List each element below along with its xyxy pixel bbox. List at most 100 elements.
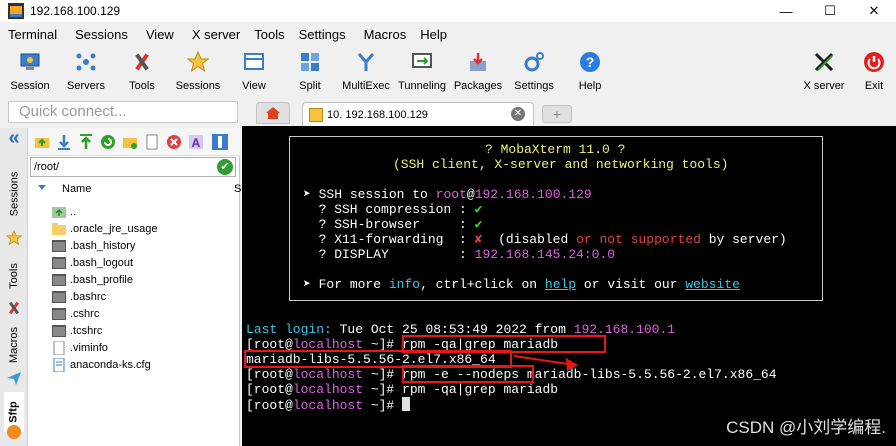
path-ok-icon[interactable]: ✔: [217, 159, 233, 175]
multiexec-button[interactable]: MultiExec: [338, 46, 394, 96]
mobaxterm-logo-icon: [8, 3, 24, 19]
packages-button[interactable]: Packages: [450, 46, 506, 96]
file-row[interactable]: .oracle_jre_usage: [52, 220, 157, 237]
mobaxterm-window: 192.168.100.129 — ☐ ✕ Terminal Sessions …: [0, 0, 896, 446]
file-row[interactable]: .bash_profile: [52, 271, 133, 288]
col-name-header[interactable]: Name: [62, 183, 91, 195]
menu-help[interactable]: Help: [420, 27, 447, 42]
split-button[interactable]: Split: [282, 46, 338, 96]
star-icon: [186, 50, 210, 74]
view-label: View: [242, 80, 266, 92]
upload-icon[interactable]: [78, 134, 94, 150]
new-folder-icon[interactable]: [122, 134, 138, 150]
tools-button[interactable]: Tools: [114, 46, 170, 96]
menu-terminal[interactable]: Terminal: [8, 27, 57, 42]
title-bar: 192.168.100.129 — ☐ ✕: [0, 0, 896, 22]
ssh-compression-line: ? SSH compression : ✔: [303, 202, 483, 217]
sessions-label: Sessions: [175, 80, 221, 92]
servers-label: Servers: [67, 80, 105, 92]
tunneling-button[interactable]: Tunneling: [394, 46, 450, 96]
session-button[interactable]: Session: [2, 46, 58, 96]
new-tab-button[interactable]: +: [542, 105, 572, 123]
file-row[interactable]: .bashrc: [52, 288, 106, 305]
menu-settings[interactable]: Settings: [299, 27, 346, 42]
website-link[interactable]: website: [685, 277, 740, 292]
window-title: 192.168.100.129: [30, 4, 121, 18]
file-row-parent[interactable]: ..: [52, 203, 76, 220]
file-icon: [52, 239, 66, 252]
file-row[interactable]: .cshrc: [52, 305, 99, 322]
servers-button[interactable]: Servers: [58, 46, 114, 96]
view-icon: [242, 50, 266, 74]
xserver-button[interactable]: X server: [796, 46, 852, 96]
csdn-watermark: CSDN @小刘学编程.: [726, 418, 886, 437]
folder-up-icon[interactable]: [34, 134, 50, 150]
maximize-button[interactable]: ☐: [808, 0, 852, 22]
terminal-follow-icon[interactable]: [212, 134, 228, 150]
file-icon: [52, 307, 66, 320]
menu-view[interactable]: View: [146, 27, 174, 42]
new-file-icon[interactable]: [144, 134, 160, 150]
svg-text:A: A: [192, 136, 201, 150]
close-window-button[interactable]: ✕: [852, 0, 896, 22]
tools-label: Tools: [129, 80, 155, 92]
help-icon: ?: [578, 50, 602, 74]
ssh-browser-line: ? SSH-browser : ✔: [303, 217, 483, 232]
multiexec-icon: [354, 50, 378, 74]
file-icon: [52, 324, 66, 337]
menu-tools[interactable]: Tools: [254, 27, 284, 42]
menu-x-server[interactable]: X server: [192, 27, 240, 42]
banner-title: ? MobaXterm 11.0 ?: [485, 142, 626, 157]
terminal-view[interactable]: ? MobaXterm 11.0 ? (SSH client, X-server…: [242, 126, 896, 446]
home-tab[interactable]: [256, 102, 290, 124]
file-row[interactable]: .bash_logout: [52, 254, 133, 271]
quick-connect-input[interactable]: Quick connect...: [8, 101, 238, 123]
side-tab-tools[interactable]: Tools: [4, 256, 24, 296]
packages-label: Packages: [453, 80, 503, 92]
terminal-cursor: [402, 397, 411, 411]
file-row[interactable]: .viminfo: [52, 339, 108, 356]
help-button[interactable]: ? Help: [562, 46, 618, 96]
file-row[interactable]: .bash_history: [52, 237, 135, 254]
view-button[interactable]: View: [226, 46, 282, 96]
split-icon: [298, 50, 322, 74]
file-name: .tcshrc: [70, 324, 103, 337]
split-label: Split: [299, 80, 321, 92]
side-tab-sessions[interactable]: Sessions: [4, 162, 24, 226]
display-line: ? DISPLAY : 192.168.145.24:0.0: [303, 247, 616, 262]
tab-session-10[interactable]: 10. 192.168.100.129 ✕: [302, 102, 534, 126]
file-name: .bash_logout: [70, 256, 133, 269]
help-link[interactable]: help: [545, 277, 576, 292]
file-name: ..: [70, 205, 77, 218]
more-info-line: ➤ For more info, ctrl+click on help or v…: [303, 277, 740, 292]
ssh-session-line: ➤ SSH session to root@192.168.100.129: [303, 187, 592, 202]
window-controls: — ☐ ✕: [764, 0, 896, 22]
col-size-header[interactable]: S: [234, 183, 241, 195]
exit-button[interactable]: Exit: [852, 46, 896, 96]
side-tab-macros[interactable]: Macros: [4, 320, 24, 370]
remote-path-field[interactable]: /root/ ✔: [30, 157, 236, 177]
sessions-button[interactable]: Sessions: [170, 46, 226, 96]
menu-sessions[interactable]: Sessions: [75, 27, 128, 42]
rename-icon[interactable]: A: [188, 134, 204, 150]
file-row[interactable]: .tcshrc: [52, 322, 102, 339]
paper-plane-icon: [4, 368, 24, 388]
file-row[interactable]: anaconda-ks.cfg: [52, 356, 151, 373]
file-name: anaconda-ks.cfg: [70, 358, 151, 371]
download-icon[interactable]: [56, 134, 72, 150]
power-icon: [862, 50, 886, 74]
minimize-button[interactable]: —: [764, 0, 808, 22]
folder-icon: [52, 222, 66, 235]
menu-macros[interactable]: Macros: [364, 27, 407, 42]
settings-button[interactable]: Settings: [506, 46, 562, 96]
servers-icon: [74, 50, 98, 74]
sort-desc-icon[interactable]: [38, 185, 46, 190]
x-server-icon: [812, 50, 836, 74]
refresh-icon[interactable]: [100, 134, 116, 150]
collapse-panel-icon[interactable]: «: [4, 127, 24, 149]
side-tab-strip: « Sessions Tools Macros Sftp: [0, 127, 28, 446]
delete-icon[interactable]: [166, 134, 182, 150]
close-tab-icon[interactable]: ✕: [511, 107, 525, 121]
command-line-3: [root@localhost ~]# rpm -qa|grep mariadb: [246, 382, 559, 397]
command-line-4: [root@localhost ~]#: [246, 397, 411, 413]
